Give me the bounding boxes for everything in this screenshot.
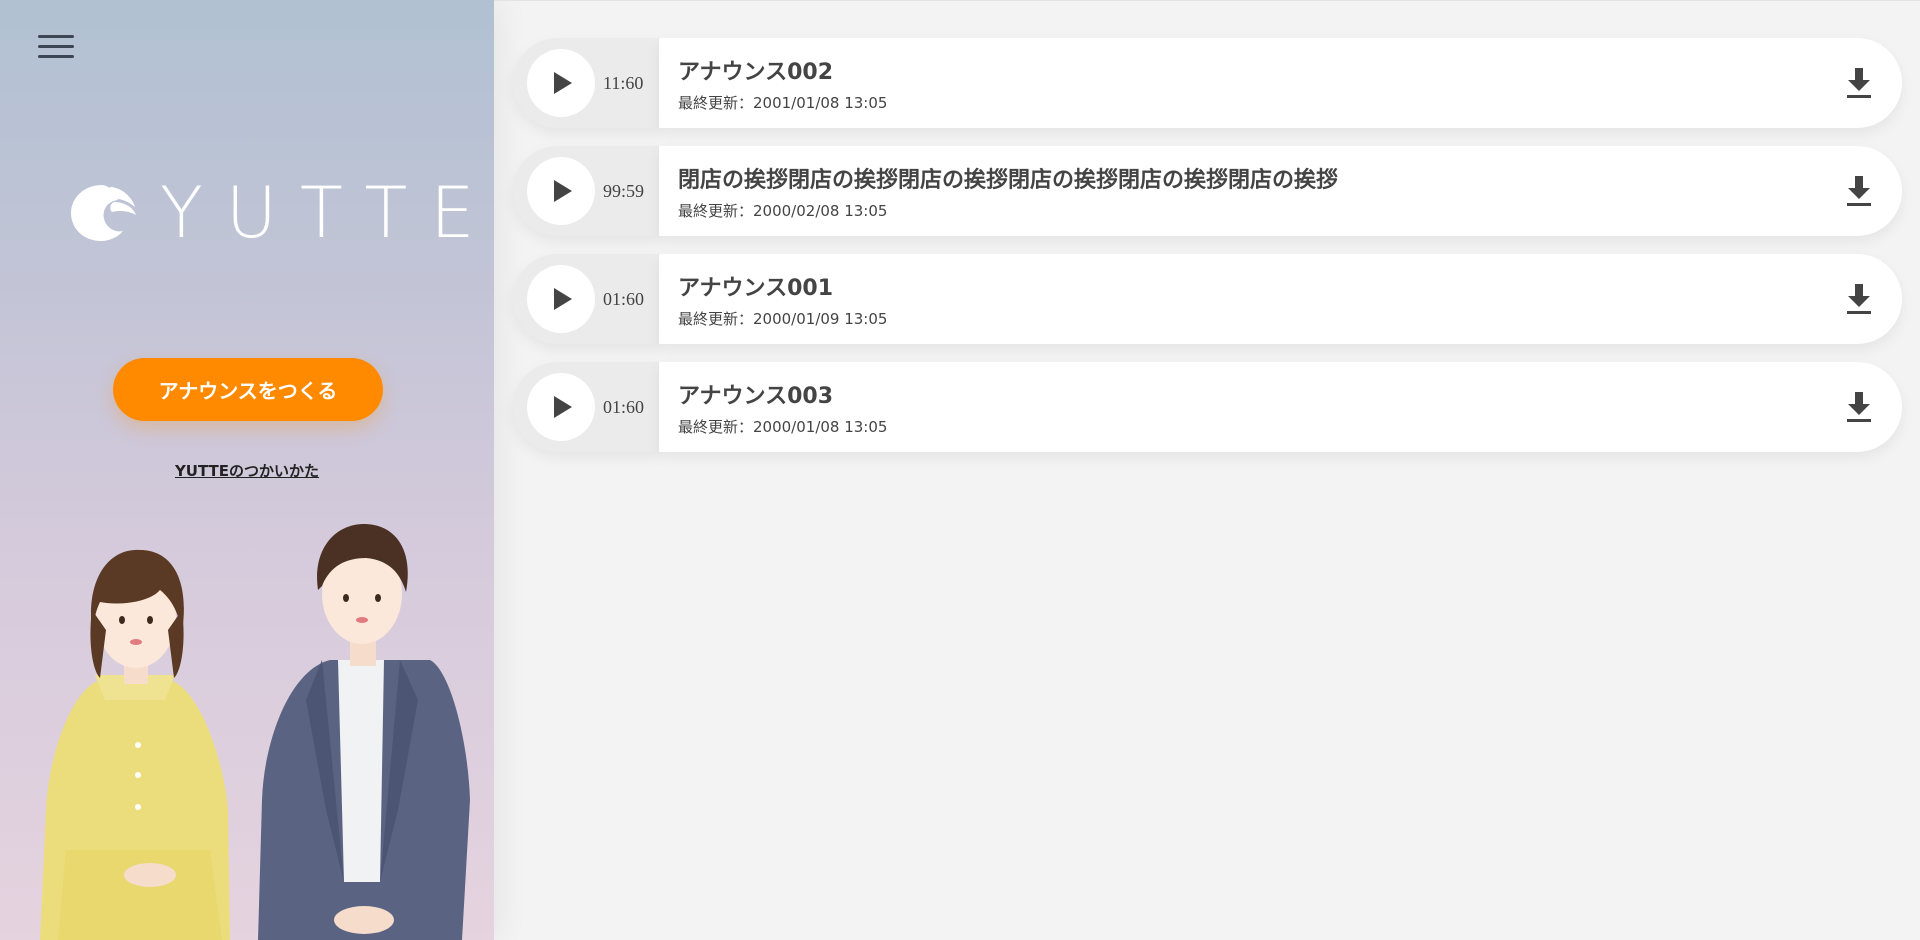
sidebar: YUTTE アナウンスをつくる YUTTEのつかいかた <box>0 0 494 940</box>
logo-mark-icon <box>71 185 136 241</box>
duration: 01:60 <box>603 397 645 417</box>
list-item: 01:60 アナウンス003 最終更新：2000/01/08 13:05 <box>513 362 1902 452</box>
duration: 11:60 <box>603 73 644 93</box>
announcement-list: 11:60 アナウンス002 最終更新：2001/01/08 13:05 99:… <box>513 38 1902 470</box>
play-button[interactable] <box>527 49 595 117</box>
play-icon <box>554 396 572 418</box>
last-updated: 最終更新：2001/01/08 13:05 <box>678 94 888 112</box>
woman-illustration <box>40 549 230 940</box>
man-illustration <box>258 524 470 940</box>
app-root: YUTTE アナウンスをつくる YUTTEのつかいかた 11:60 アナウンス0… <box>0 0 1920 940</box>
last-updated: 最終更新：2000/01/09 13:05 <box>678 310 888 328</box>
row-player: 11:60 <box>513 38 659 128</box>
announcement-title: アナウンス003 <box>678 384 834 409</box>
hamburger-menu-icon[interactable] <box>38 33 74 61</box>
announcement-list-panel: 11:60 アナウンス002 最終更新：2001/01/08 13:05 99:… <box>494 0 1920 940</box>
list-item: 11:60 アナウンス002 最終更新：2001/01/08 13:05 <box>513 38 1902 128</box>
row-body[interactable]: 閉店の挨拶閉店の挨拶閉店の挨拶閉店の挨拶閉店の挨拶閉店の挨拶 最終更新：2000… <box>659 146 1902 236</box>
row-player: 01:60 <box>513 362 659 452</box>
announcement-title: アナウンス001 <box>678 276 834 301</box>
play-button[interactable] <box>527 265 595 333</box>
create-announcement-button[interactable]: アナウンスをつくる <box>113 358 383 421</box>
row-body[interactable]: アナウンス003 最終更新：2000/01/08 13:05 <box>659 362 1902 452</box>
last-updated: 最終更新：2000/01/08 13:05 <box>678 418 888 436</box>
row-body[interactable]: アナウンス002 最終更新：2001/01/08 13:05 <box>659 38 1902 128</box>
characters-illustration <box>40 524 470 940</box>
announcement-title: 閉店の挨拶閉店の挨拶閉店の挨拶閉店の挨拶閉店の挨拶閉店の挨拶 <box>678 168 1339 193</box>
download-icon[interactable] <box>1846 176 1872 208</box>
duration: 99:59 <box>603 181 645 201</box>
logo-text: YUTTE <box>160 172 494 254</box>
list-item: 01:60 アナウンス001 最終更新：2000/01/09 13:05 <box>513 254 1902 344</box>
row-player: 01:60 <box>513 254 659 344</box>
logo: YUTTE <box>68 175 475 255</box>
play-button[interactable] <box>527 373 595 441</box>
play-icon <box>554 180 572 202</box>
last-updated: 最終更新：2000/02/08 13:05 <box>678 202 888 220</box>
row-player: 99:59 <box>513 146 659 236</box>
download-icon[interactable] <box>1846 68 1872 100</box>
play-icon <box>554 72 572 94</box>
play-button[interactable] <box>527 157 595 225</box>
download-icon[interactable] <box>1846 392 1872 424</box>
row-body[interactable]: アナウンス001 最終更新：2000/01/09 13:05 <box>659 254 1902 344</box>
announcement-title: アナウンス002 <box>678 60 834 85</box>
download-icon[interactable] <box>1846 284 1872 316</box>
play-icon <box>554 288 572 310</box>
howto-link[interactable]: YUTTEのつかいかた <box>0 460 494 481</box>
duration: 01:60 <box>603 289 645 309</box>
list-item: 99:59 閉店の挨拶閉店の挨拶閉店の挨拶閉店の挨拶閉店の挨拶閉店の挨拶 最終更… <box>513 146 1902 236</box>
